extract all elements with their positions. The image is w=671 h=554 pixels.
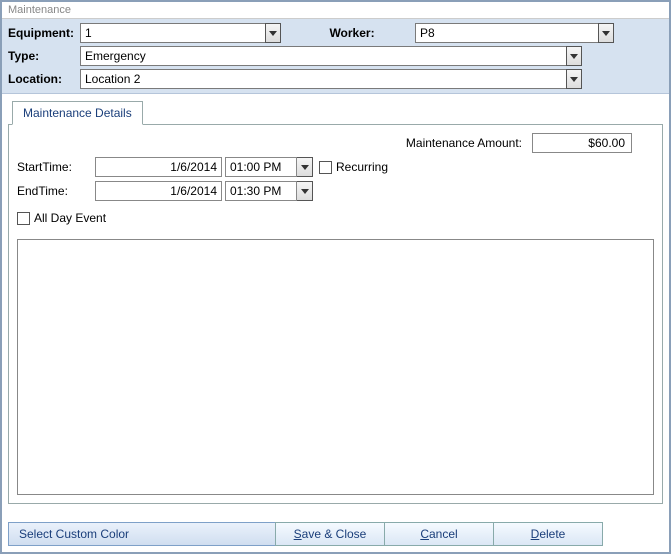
- recurring-checkbox[interactable]: [319, 161, 332, 174]
- type-combo[interactable]: [80, 46, 582, 66]
- amount-value[interactable]: $60.00: [532, 133, 632, 153]
- worker-input[interactable]: [415, 23, 598, 43]
- header-band: Equipment: Worker: Type:: [2, 19, 669, 94]
- end-time-dropdown-button[interactable]: [297, 181, 313, 201]
- recurring-checkbox-row[interactable]: Recurring: [319, 160, 388, 174]
- worker-combo[interactable]: [415, 23, 614, 43]
- all-day-checkbox[interactable]: [17, 212, 30, 225]
- chevron-down-icon: [570, 77, 578, 82]
- button-bar: Select Custom Color Save & Close Cancel …: [8, 522, 663, 546]
- equipment-input[interactable]: [80, 23, 265, 43]
- recurring-label: Recurring: [336, 160, 388, 174]
- window-title: Maintenance: [2, 2, 669, 19]
- equipment-combo[interactable]: [80, 23, 281, 43]
- chevron-down-icon: [301, 189, 309, 194]
- type-dropdown-button[interactable]: [566, 46, 582, 66]
- type-label: Type:: [8, 49, 80, 63]
- worker-label: Worker:: [315, 26, 389, 40]
- tab-maintenance-details[interactable]: Maintenance Details: [12, 101, 143, 125]
- chevron-down-icon: [570, 54, 578, 59]
- start-time-combo[interactable]: [225, 157, 313, 177]
- tab-strip: Maintenance Details: [8, 100, 663, 124]
- start-time-label: StartTime:: [17, 160, 95, 174]
- end-time-input[interactable]: [225, 181, 297, 201]
- all-day-label: All Day Event: [34, 211, 106, 225]
- save-close-button[interactable]: Save & Close: [275, 522, 385, 546]
- type-input[interactable]: [80, 46, 566, 66]
- start-time-input[interactable]: [225, 157, 297, 177]
- chevron-down-icon: [602, 31, 610, 36]
- cancel-button[interactable]: Cancel: [384, 522, 494, 546]
- select-custom-color-button[interactable]: Select Custom Color: [8, 522, 276, 546]
- amount-label: Maintenance Amount:: [406, 136, 522, 150]
- location-label: Location:: [8, 72, 80, 86]
- location-input[interactable]: [80, 69, 566, 89]
- start-date-input[interactable]: [95, 157, 222, 177]
- tab-area: Maintenance Details Maintenance Amount: …: [8, 100, 663, 504]
- location-dropdown-button[interactable]: [566, 69, 582, 89]
- tab-body: Maintenance Amount: $60.00 StartTime: Re…: [8, 124, 663, 504]
- chevron-down-icon: [301, 165, 309, 170]
- start-time-dropdown-button[interactable]: [297, 157, 313, 177]
- worker-dropdown-button[interactable]: [598, 23, 614, 43]
- amount-row: Maintenance Amount: $60.00: [17, 133, 654, 153]
- location-combo[interactable]: [80, 69, 582, 89]
- chevron-down-icon: [269, 31, 277, 36]
- maintenance-window: Maintenance Equipment: Worker: Type:: [0, 0, 671, 554]
- delete-button[interactable]: Delete: [493, 522, 603, 546]
- equipment-dropdown-button[interactable]: [265, 23, 281, 43]
- notes-textarea[interactable]: [17, 239, 654, 495]
- end-date-input[interactable]: [95, 181, 222, 201]
- all-day-checkbox-row[interactable]: All Day Event: [17, 211, 106, 225]
- start-time-row: StartTime: Recurring: [17, 157, 654, 177]
- end-time-label: EndTime:: [17, 184, 95, 198]
- equipment-label: Equipment:: [8, 26, 80, 40]
- end-time-row: EndTime:: [17, 181, 654, 201]
- end-time-combo[interactable]: [225, 181, 313, 201]
